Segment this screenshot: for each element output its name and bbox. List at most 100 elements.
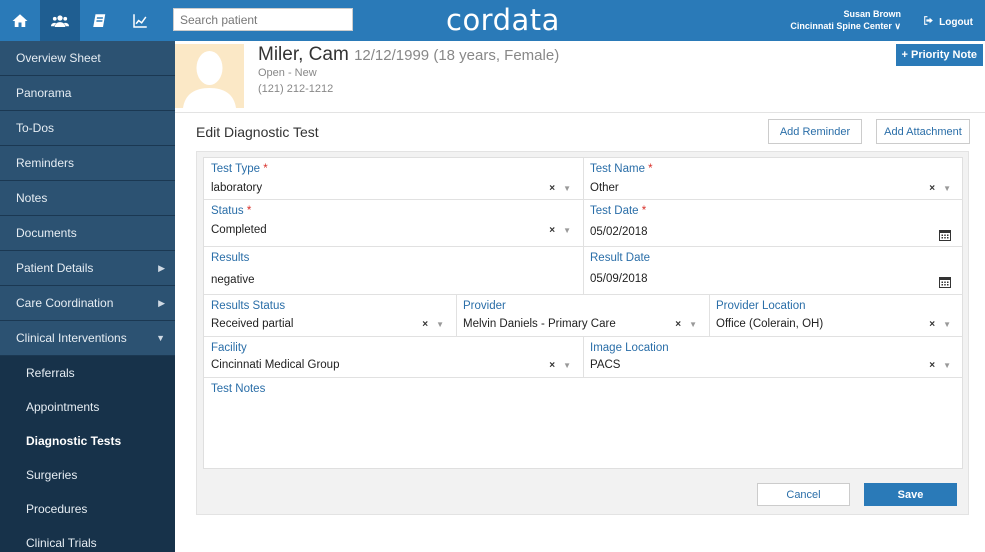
patient-dob: 12/12/1999 (18 years, Female) (354, 47, 560, 64)
top-bar: cordata Susan Brown Cincinnati Spine Cen… (0, 0, 985, 41)
user-menu[interactable]: Susan Brown Cincinnati Spine Center ∨ (790, 8, 901, 32)
sidebar-item-label: Overview Sheet (16, 51, 101, 65)
sidebar-item-patient-details[interactable]: Patient Details ▶ (0, 251, 175, 286)
select-controls: × ▼ (929, 360, 951, 371)
chevron-down-icon[interactable]: ▼ (436, 320, 444, 329)
priority-note-button[interactable]: + Priority Note (895, 44, 983, 66)
results-status-field[interactable]: Results Status Received partial × ▼ (204, 295, 457, 337)
clear-icon[interactable]: × (675, 319, 681, 330)
sidebar-subitem-diagnostic-tests[interactable]: Diagnostic Tests (0, 424, 175, 458)
field-label: Status * (211, 205, 252, 217)
chevron-down-icon[interactable]: ▼ (563, 184, 571, 193)
sidebar-item-panorama[interactable]: Panorama (0, 76, 175, 111)
field-label: Facility (211, 342, 247, 354)
save-button[interactable]: Save (864, 483, 957, 506)
sidebar-subitem-referrals[interactable]: Referrals (0, 356, 175, 390)
sidebar-item-clinical-interventions[interactable]: Clinical Interventions ▼ (0, 321, 175, 356)
sidebar-subitem-surgeries[interactable]: Surgeries (0, 458, 175, 492)
sidebar: Overview Sheet Panorama To-Dos Reminders… (0, 41, 175, 552)
sidebar-subitem-appointments[interactable]: Appointments (0, 390, 175, 424)
sidebar-item-overview-sheet[interactable]: Overview Sheet (0, 41, 175, 76)
search-input[interactable] (173, 8, 353, 31)
main-nav (0, 0, 160, 41)
image-location-field[interactable]: Image Location PACS × ▼ (583, 337, 963, 378)
test-date-value: 05/02/2018 (590, 226, 648, 238)
status-field[interactable]: Status * Completed × ▼ (204, 200, 584, 247)
logout-button[interactable]: Logout (922, 14, 973, 30)
field-label: Provider Location (716, 300, 806, 312)
chevron-down-icon[interactable]: ▼ (943, 184, 951, 193)
test-name-field[interactable]: Test Name * Other × ▼ (583, 158, 963, 200)
priority-note-label: Priority Note (910, 49, 977, 61)
caret-down-icon: ▼ (156, 333, 165, 343)
provider-location-field[interactable]: Provider Location Office (Colerain, OH) … (709, 295, 963, 337)
provider-field[interactable]: Provider Melvin Daniels - Primary Care ×… (456, 295, 710, 337)
book-icon[interactable] (80, 0, 120, 41)
chevron-down-icon[interactable]: ▼ (943, 361, 951, 370)
sidebar-item-label: Care Coordination (16, 296, 114, 310)
add-reminder-button[interactable]: Add Reminder (768, 119, 862, 144)
clear-icon[interactable]: × (929, 319, 935, 330)
patient-header: Miler, Cam 12/12/1999 (18 years, Female)… (175, 41, 985, 113)
cancel-button[interactable]: Cancel (757, 483, 850, 506)
results-value: negative (211, 274, 255, 286)
sidebar-item-notes[interactable]: Notes (0, 181, 175, 216)
facility-value: Cincinnati Medical Group (211, 359, 340, 371)
chart-icon[interactable] (120, 0, 160, 41)
chevron-down-icon[interactable]: ▼ (563, 361, 571, 370)
calendar-icon[interactable] (939, 228, 951, 241)
facility-field[interactable]: Facility Cincinnati Medical Group × ▼ (204, 337, 584, 378)
test-type-value: laboratory (211, 182, 263, 194)
sidebar-item-label: Patient Details (16, 261, 94, 275)
field-label: Test Date * (590, 205, 647, 217)
result-date-value: 05/09/2018 (590, 273, 648, 285)
field-label: Results Status (211, 300, 286, 312)
home-icon[interactable] (0, 0, 40, 41)
field-label: Results (211, 252, 250, 264)
select-controls: × ▼ (675, 319, 697, 330)
select-controls: × ▼ (549, 360, 571, 371)
chevron-down-icon[interactable]: ▼ (943, 320, 951, 329)
field-label: Image Location (590, 342, 669, 354)
provider-value: Melvin Daniels - Primary Care (463, 318, 616, 330)
clear-icon[interactable]: × (929, 183, 935, 194)
user-org: Cincinnati Spine Center ∨ (790, 21, 901, 31)
cordata-logo[interactable]: cordata (446, 3, 560, 37)
test-type-field[interactable]: Test Type * laboratory × ▼ (204, 158, 584, 200)
sidebar-subitem-procedures[interactable]: Procedures (0, 492, 175, 526)
results-field[interactable]: Results negative (204, 247, 584, 295)
clear-icon[interactable]: × (549, 225, 555, 236)
status-value: Completed (211, 224, 267, 236)
sidebar-item-label: Notes (16, 191, 48, 205)
patient-status: Open - New (258, 67, 317, 79)
sidebar-item-reminders[interactable]: Reminders (0, 146, 175, 181)
test-date-field[interactable]: Test Date * 05/02/2018 (583, 200, 963, 247)
patient-name: Miler, Cam (258, 44, 349, 65)
sidebar-item-documents[interactable]: Documents (0, 216, 175, 251)
field-label: Provider (463, 300, 506, 312)
sidebar-item-care-coordination[interactable]: Care Coordination ▶ (0, 286, 175, 321)
caret-right-icon: ▶ (158, 297, 165, 308)
sidebar-subitem-clinical-trials[interactable]: Clinical Trials (0, 526, 175, 552)
result-date-field[interactable]: Result Date 05/09/2018 (583, 247, 963, 295)
clear-icon[interactable]: × (929, 360, 935, 371)
clear-icon[interactable]: × (549, 360, 555, 371)
chevron-down-icon[interactable]: ▼ (689, 320, 697, 329)
clear-icon[interactable]: × (549, 183, 555, 194)
clear-icon[interactable]: × (422, 319, 428, 330)
chevron-down-icon[interactable]: ▼ (563, 226, 571, 235)
calendar-icon[interactable] (939, 275, 951, 288)
test-notes-field[interactable]: Test Notes (204, 378, 963, 468)
user-name: Susan Brown (843, 9, 901, 19)
field-label: Test Type * (211, 163, 268, 175)
users-icon[interactable] (40, 0, 80, 41)
field-label: Result Date (590, 252, 651, 264)
image-location-value: PACS (590, 359, 621, 371)
caret-right-icon: ▶ (158, 262, 165, 273)
test-name-value: Other (590, 182, 619, 194)
select-controls: × ▼ (929, 183, 951, 194)
sidebar-item-todos[interactable]: To-Dos (0, 111, 175, 146)
provider-location-value: Office (Colerain, OH) (716, 318, 824, 330)
add-attachment-button[interactable]: Add Attachment (876, 119, 970, 144)
select-controls: × ▼ (549, 225, 571, 236)
